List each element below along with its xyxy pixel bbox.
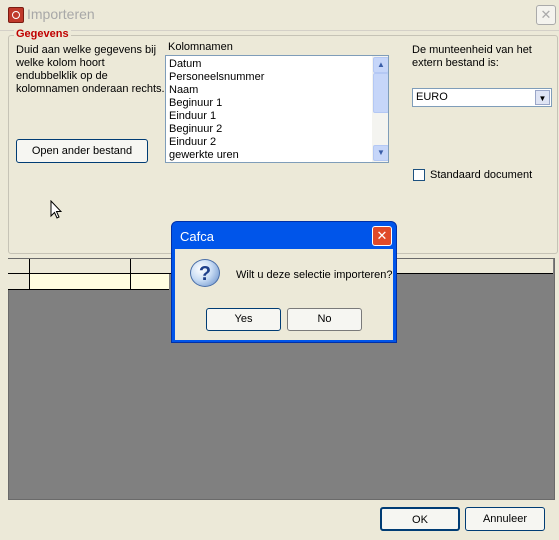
list-item[interactable]: Naam <box>169 84 264 97</box>
list-scrollbar[interactable]: ▲ ▼ <box>372 56 388 162</box>
currency-label-line: extern bestand is: <box>412 57 499 69</box>
window-close-button[interactable]: ✕ <box>536 5 556 25</box>
grid-divider <box>130 259 131 289</box>
list-item[interactable]: Datum <box>169 58 264 71</box>
title-bar: Importeren ✕ <box>0 0 559 31</box>
currency-label: De munteenheid van het extern bestand is… <box>412 44 552 70</box>
columns-label: Kolomnamen <box>168 41 233 53</box>
dialog-close-button[interactable]: ✕ <box>372 226 392 246</box>
dialog-body: ? Wilt u deze selectie importeren? Yes N… <box>175 249 393 340</box>
scroll-up-icon[interactable]: ▲ <box>373 57 388 73</box>
standard-document-label: Standaard document <box>430 169 533 181</box>
list-item[interactable]: Personeelsnummer <box>169 71 264 84</box>
list-item[interactable]: gewerkte uren <box>169 149 264 162</box>
standard-document-checkbox[interactable] <box>413 169 425 181</box>
list-item[interactable]: Einduur 2 <box>169 136 264 149</box>
no-button[interactable]: No <box>287 308 362 331</box>
dropdown-arrow-icon[interactable]: ▼ <box>535 90 550 105</box>
currency-value: EURO <box>416 91 448 103</box>
question-icon: ? <box>190 259 220 287</box>
confirm-dialog: Cafca ✕ ? Wilt u deze selectie importere… <box>171 221 397 343</box>
window-title: Importeren <box>27 6 95 22</box>
scroll-thumb[interactable] <box>373 73 388 113</box>
app-icon <box>8 7 24 23</box>
scroll-down-icon[interactable]: ▼ <box>373 145 388 161</box>
columns-listbox[interactable]: Datum Personeelsnummer Naam Beginuur 1 E… <box>165 55 389 163</box>
open-other-file-button[interactable]: Open ander bestand <box>16 139 148 163</box>
grid-cell[interactable] <box>30 274 130 289</box>
grid-divider <box>8 289 169 290</box>
grid-cell[interactable] <box>131 274 169 289</box>
dialog-title: Cafca <box>180 229 214 244</box>
list-item[interactable]: Beginuur 1 <box>169 97 264 110</box>
currency-select[interactable]: EURO ▼ <box>412 88 552 107</box>
help-line: Duid aan welke gegevens bij <box>16 44 157 56</box>
mouse-cursor-icon <box>50 199 63 223</box>
ok-button[interactable]: OK <box>380 507 460 531</box>
help-text: Duid aan welke gegevens bij welke kolom … <box>16 44 166 96</box>
gegevens-legend: Gegevens <box>14 28 71 40</box>
list-item[interactable]: Einduur 1 <box>169 110 264 123</box>
help-line: welke kolom hoort <box>16 57 105 69</box>
list-item[interactable]: Beginuur 2 <box>169 123 264 136</box>
dialog-message: Wilt u deze selectie importeren? <box>236 269 393 281</box>
currency-label-line: De munteenheid van het <box>412 44 532 56</box>
yes-button[interactable]: Yes <box>206 308 281 331</box>
help-line: kolomnamen onderaan rechts. <box>16 83 165 95</box>
help-line: endubbelklik op de <box>16 70 108 82</box>
grid-divider <box>29 259 30 289</box>
cancel-button[interactable]: Annuleer <box>465 507 545 531</box>
